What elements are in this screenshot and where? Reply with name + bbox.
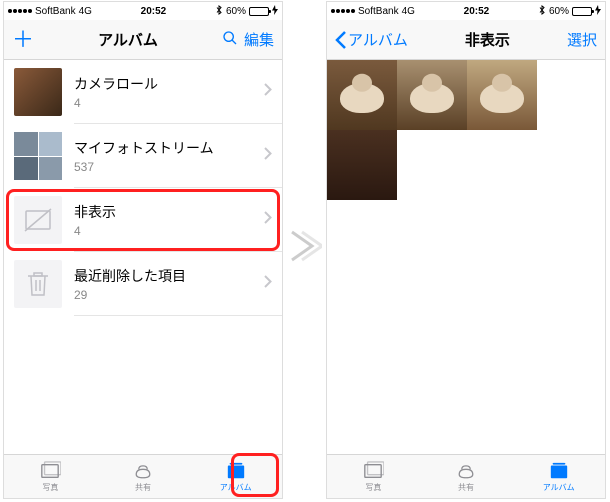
chevron-right-icon [264, 147, 272, 165]
album-name: マイフォトストリーム [74, 138, 252, 158]
album-name: 最近削除した項目 [74, 266, 252, 286]
trash-icon [14, 260, 62, 308]
album-count: 4 [74, 224, 252, 238]
chevron-right-icon [264, 83, 272, 101]
charging-icon [595, 5, 601, 18]
signal-icon [331, 9, 355, 13]
charging-icon [272, 5, 278, 18]
tab-shared[interactable]: 共有 [420, 455, 513, 498]
nav-title: アルバム [34, 29, 222, 50]
photo-thumb[interactable] [327, 130, 397, 200]
album-name: 非表示 [74, 202, 252, 222]
battery-pct: 60% [549, 6, 569, 17]
album-count: 29 [74, 288, 252, 302]
album-name: カメラロール [74, 74, 252, 94]
tab-label: 共有 [458, 482, 474, 493]
bluetooth-icon [215, 5, 223, 18]
photo-thumb[interactable] [467, 60, 537, 130]
select-button[interactable]: 選択 [567, 29, 597, 50]
album-row-deleted[interactable]: 最近削除した項目 29 [4, 252, 282, 316]
photo-grid-content [327, 60, 605, 454]
statusbar-right: 60% [538, 5, 601, 18]
album-count: 4 [74, 96, 252, 110]
phone-left: SoftBank 4G 20:52 60% ＋ アルバム 編集 [3, 1, 283, 499]
bluetooth-icon [538, 5, 546, 18]
carrier-label: SoftBank [358, 6, 399, 17]
statusbar-left: SoftBank 4G [331, 6, 415, 17]
phone-right: SoftBank 4G 20:52 60% アルバム 非表示 選択 [326, 1, 606, 499]
nav-right: 選択 [567, 29, 597, 50]
statusbar-right: 60% [215, 5, 278, 18]
chevron-right-icon [264, 211, 272, 229]
album-row-camera-roll[interactable]: カメラロール 4 [4, 60, 282, 124]
photo-grid [327, 60, 605, 200]
arrow-right-icon [288, 226, 322, 266]
album-count: 537 [74, 160, 252, 174]
tab-albums[interactable]: アルバム [189, 455, 282, 498]
statusbar: SoftBank 4G 20:52 60% [327, 2, 605, 20]
tabbar: 写真 共有 アルバム [327, 454, 605, 498]
tabbar: 写真 共有 アルバム [4, 454, 282, 498]
nav-left: アルバム [335, 29, 408, 50]
album-thumb [14, 132, 62, 180]
navbar: アルバム 非表示 選択 [327, 20, 605, 60]
status-time: 20:52 [141, 6, 167, 17]
back-label: アルバム [348, 29, 408, 50]
photo-thumb[interactable] [327, 60, 397, 130]
tab-label: 共有 [135, 482, 151, 493]
tab-label: 写真 [42, 482, 58, 493]
network-label: 4G [79, 6, 92, 17]
navbar: ＋ アルバム 編集 [4, 20, 282, 60]
carrier-label: SoftBank [35, 6, 76, 17]
statusbar-left: SoftBank 4G [8, 6, 92, 17]
nav-right: 編集 [222, 29, 274, 50]
photo-thumb[interactable] [397, 60, 467, 130]
album-row-hidden[interactable]: 非表示 4 [4, 188, 282, 252]
edit-button[interactable]: 編集 [244, 29, 274, 50]
search-icon[interactable] [222, 30, 238, 50]
signal-icon [8, 9, 32, 13]
battery-icon [572, 7, 592, 16]
tab-photos[interactable]: 写真 [4, 455, 97, 498]
tab-label: アルバム [543, 482, 575, 493]
back-button[interactable]: アルバム [335, 29, 408, 50]
album-list: カメラロール 4 マイフォトストリーム 537 非表示 [4, 60, 282, 454]
tab-shared[interactable]: 共有 [97, 455, 190, 498]
album-thumb [14, 68, 62, 116]
tab-label: アルバム [220, 482, 252, 493]
nav-left: ＋ [12, 29, 34, 51]
network-label: 4G [402, 6, 415, 17]
chevron-right-icon [264, 275, 272, 293]
battery-pct: 60% [226, 6, 246, 17]
tab-photos[interactable]: 写真 [327, 455, 420, 498]
add-button[interactable]: ＋ [12, 29, 34, 51]
album-row-photostream[interactable]: マイフォトストリーム 537 [4, 124, 282, 188]
statusbar: SoftBank 4G 20:52 60% [4, 2, 282, 20]
status-time: 20:52 [464, 6, 490, 17]
nav-title: 非表示 [408, 29, 567, 50]
tab-label: 写真 [365, 482, 381, 493]
hidden-icon [14, 196, 62, 244]
tab-albums[interactable]: アルバム [512, 455, 605, 498]
battery-icon [249, 7, 269, 16]
